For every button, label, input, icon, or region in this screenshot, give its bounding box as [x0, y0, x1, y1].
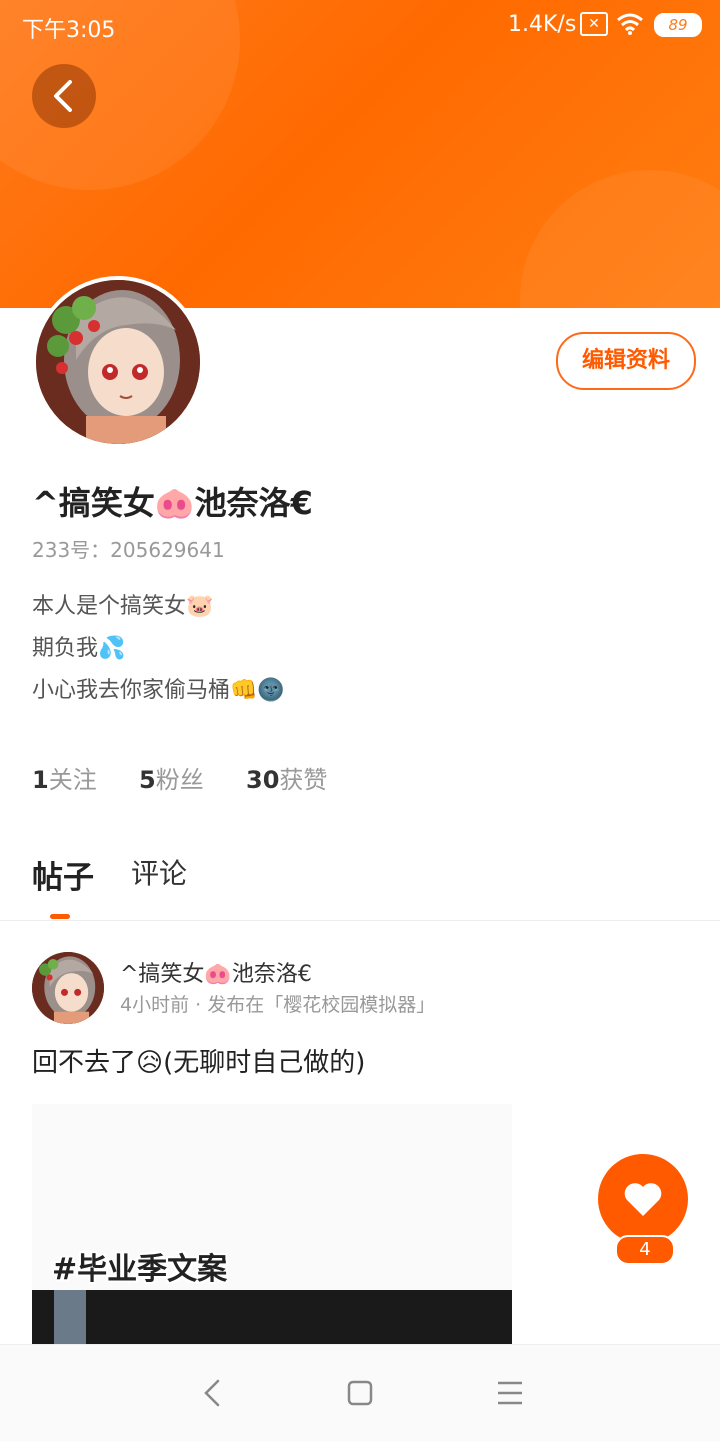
banner-decoration	[520, 170, 720, 308]
tab-posts[interactable]: 帖子	[32, 852, 94, 897]
like-count-badge: 4	[615, 1235, 675, 1265]
profile-uid: 233号：205629641	[32, 538, 225, 562]
avatar-image	[36, 280, 200, 444]
back-arrow-icon	[54, 80, 72, 112]
profile-avatar[interactable]	[32, 276, 204, 448]
wifi-icon	[617, 13, 643, 35]
stat-label: 粉丝	[155, 766, 204, 794]
stat-count: 1	[32, 766, 49, 794]
post-image-tag: #毕业季文案	[52, 1252, 228, 1287]
post-image-content	[54, 1290, 86, 1344]
stat-label: 关注	[48, 766, 97, 794]
heart-icon	[624, 1183, 662, 1216]
tab-indicator	[50, 914, 70, 919]
divider	[0, 920, 720, 921]
stat-likes[interactable]: 30获赞	[246, 760, 327, 795]
nav-home-icon[interactable]	[340, 1373, 380, 1413]
post-author-avatar[interactable]	[32, 952, 104, 1024]
stat-label: 获赞	[279, 766, 328, 794]
post-text[interactable]: 回不去了😥(无聊时自己做的)	[32, 1042, 365, 1079]
profile-username: ^搞笑女🐽池奈洛€	[32, 484, 313, 522]
nav-back-icon[interactable]	[194, 1373, 234, 1413]
tab-comments[interactable]: 评论	[131, 852, 187, 892]
nav-menu-icon[interactable]	[490, 1373, 530, 1413]
stat-count: 5	[139, 766, 156, 794]
post-image[interactable]: #毕业季文案	[32, 1104, 512, 1344]
stat-following[interactable]: 1关注	[32, 760, 97, 795]
status-bar: 下午3:05 1.4K/s ✕ 89	[0, 0, 720, 50]
stat-count: 30	[246, 766, 280, 794]
profile-bio-line: 小心我去你家偷马桶👊🌚	[32, 678, 285, 703]
post-image-content	[32, 1290, 512, 1344]
post-author-name[interactable]: ^搞笑女🐽池奈洛€	[120, 956, 312, 988]
edit-profile-button[interactable]: 编辑资料	[556, 332, 696, 390]
profile-bio-line: 期负我💦	[32, 636, 126, 661]
system-nav-bar	[0, 1344, 720, 1441]
status-net-speed: 1.4K/s	[508, 12, 577, 37]
sim-icon: ✕	[580, 12, 608, 36]
like-button[interactable]	[598, 1154, 688, 1244]
back-button[interactable]	[32, 64, 96, 128]
status-time: 下午3:05	[22, 18, 116, 43]
battery-icon: 89	[654, 13, 702, 37]
profile-bio-line: 本人是个搞笑女🐷	[32, 594, 214, 619]
stat-followers[interactable]: 5粉丝	[139, 760, 204, 795]
post-meta: 4小时前 · 发布在「樱花校园模拟器」	[120, 994, 436, 1016]
